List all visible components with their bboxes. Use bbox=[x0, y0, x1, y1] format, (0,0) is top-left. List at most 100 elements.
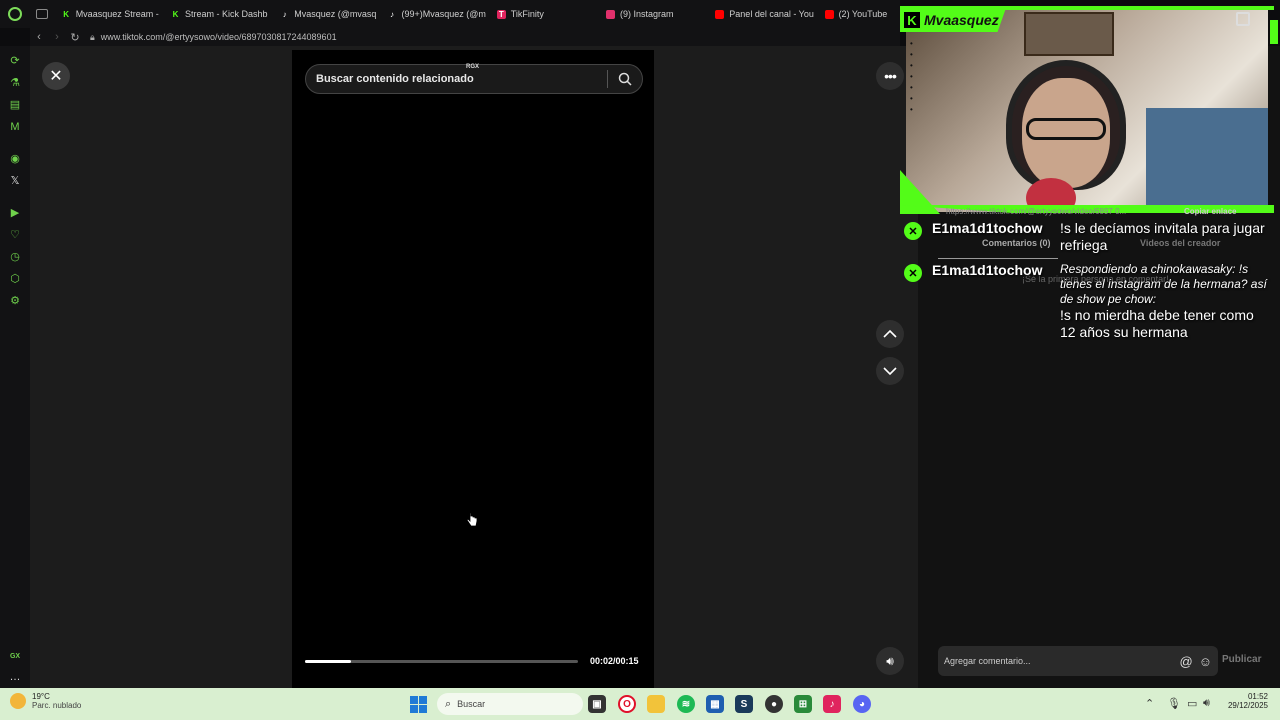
webcam-feed: • • • • • • • bbox=[906, 8, 1268, 212]
player-icon[interactable]: ▶ bbox=[8, 206, 22, 220]
mention-icon[interactable]: @ bbox=[1180, 654, 1193, 669]
chat-username: E1ma1d1tochow bbox=[932, 262, 1043, 278]
speaker-icon[interactable]: 🔊︎ bbox=[1203, 697, 1210, 710]
chat-username: E1ma1d1tochow bbox=[932, 220, 1043, 236]
taskbar-search[interactable]: ⌕ Buscar bbox=[437, 693, 583, 715]
tiktok-viewer: Buscar contenido relacionado RGX ✕ ••• 🔊… bbox=[30, 46, 918, 688]
weather-condition: Parc. nublado bbox=[32, 701, 82, 710]
store-icon[interactable]: ▦ bbox=[706, 695, 724, 713]
gx-corner-icon[interactable]: ▤ bbox=[8, 98, 22, 112]
chat-text: !s le decíamos invitala para jugar refri… bbox=[1060, 220, 1265, 253]
reload-icon[interactable]: ↻ bbox=[66, 31, 84, 44]
xbox-icon[interactable]: ⊞ bbox=[794, 695, 812, 713]
gx-bottom-icon[interactable]: GX bbox=[8, 650, 22, 664]
tab-youtube-panel[interactable]: Panel del canal - You bbox=[709, 0, 818, 28]
search-icon: ⌕ bbox=[445, 697, 452, 710]
tikfinity-icon: T bbox=[496, 9, 506, 19]
channel-brand: K Mvaasquez bbox=[900, 8, 999, 32]
kick-badge-icon: ✕ bbox=[904, 222, 922, 240]
progress-fill bbox=[305, 660, 352, 663]
share-url-text: https://www.tiktok.com/@ertyysowo/video/… bbox=[946, 207, 1127, 216]
previous-video-icon[interactable] bbox=[876, 320, 904, 348]
wall-painting bbox=[1024, 12, 1114, 56]
chat-message: ✕ E1ma1d1tochow Respondiendo a chinokawa… bbox=[904, 262, 1272, 341]
clock-time: 01:52 bbox=[1247, 692, 1268, 701]
temperature: 19°C bbox=[32, 692, 50, 701]
url-field[interactable]: www.tiktok.com/@ertyysowo/video/68970308… bbox=[101, 32, 337, 42]
kick-logo-icon: K bbox=[904, 12, 920, 28]
channel-name: Mvaasquez bbox=[924, 12, 999, 28]
comment-input[interactable]: Agregar comentario... @ ☺ bbox=[938, 646, 1218, 676]
kick-badge-icon: ✕ bbox=[904, 264, 922, 282]
more-icon[interactable]: … bbox=[8, 670, 22, 684]
browser-tab-bar: K Mvaasquez Stream - K Stream - Kick Dashb… bbox=[0, 0, 900, 28]
bed-with-plushies bbox=[1146, 108, 1268, 212]
gx-cleaner-icon[interactable]: ⚗ bbox=[8, 76, 22, 90]
lock-icon: 🔒︎ bbox=[90, 31, 95, 42]
system-clock[interactable]: 01:52 29/12/2025 bbox=[1222, 692, 1268, 710]
chat-text: !s no mierdha debe tener como 12 años su… bbox=[1060, 307, 1254, 340]
history-icon[interactable]: ◷ bbox=[8, 250, 22, 264]
tray-chevron-icon[interactable]: ⌃ bbox=[1145, 697, 1154, 710]
back-icon[interactable]: ‹ bbox=[30, 31, 48, 43]
publish-button[interactable]: Publicar bbox=[1222, 654, 1261, 665]
windows-taskbar: 19°C Parc. nublado ⌕ Buscar ▣ O ≋ ▦ S ● … bbox=[0, 688, 1280, 720]
video-time: 00:02/00:15 bbox=[590, 656, 639, 666]
settings-icon[interactable]: ⚙ bbox=[8, 294, 22, 308]
whatsapp-icon[interactable]: ◉ bbox=[8, 152, 22, 166]
task-view-icon[interactable]: ▣ bbox=[588, 695, 606, 713]
video-player[interactable] bbox=[292, 50, 654, 688]
comment-placeholder[interactable]: Agregar comentario... bbox=[944, 656, 1174, 666]
tiktok-taskbar-icon[interactable]: ♪ bbox=[823, 695, 841, 713]
x-twitter-icon[interactable]: 𝕏 bbox=[8, 174, 22, 188]
tab-kick-dashboard[interactable]: K Stream - Kick Dashb bbox=[165, 0, 274, 28]
tiktok-icon: ♪ bbox=[390, 9, 394, 19]
more-options-icon[interactable]: ••• bbox=[876, 62, 904, 90]
discord-icon[interactable]: ◕ bbox=[853, 695, 871, 713]
tiktok-icon: ♪ bbox=[282, 9, 287, 19]
next-video-icon[interactable] bbox=[876, 357, 904, 385]
spotify-icon[interactable]: ≋ bbox=[677, 695, 695, 713]
tab-overview-icon[interactable] bbox=[35, 9, 48, 19]
close-icon[interactable]: ✕ bbox=[42, 62, 70, 90]
tab-tiktok-mvasquez[interactable]: ♪ Mvasquez (@mvasq bbox=[274, 0, 381, 28]
volume-icon[interactable]: 🔊︎ bbox=[876, 647, 904, 675]
hand-cursor-icon bbox=[466, 512, 478, 527]
overlay-dots: • • • • • • • bbox=[910, 39, 913, 114]
taskbar-search-label[interactable]: Buscar bbox=[457, 699, 485, 709]
opera-gx-taskbar-icon[interactable]: O bbox=[618, 695, 636, 713]
favorites-icon[interactable]: ♡ bbox=[8, 228, 22, 242]
network-icon[interactable]: ▭ bbox=[1187, 697, 1197, 710]
camera-icon bbox=[1236, 12, 1250, 26]
extensions-icon[interactable]: ⬡ bbox=[8, 272, 22, 286]
tab-mvaasquez-stream[interactable]: K Mvaasquez Stream - bbox=[56, 0, 165, 28]
file-explorer-icon[interactable] bbox=[647, 695, 665, 713]
tab-underline bbox=[938, 258, 1058, 259]
clock-date: 29/12/2025 bbox=[1227, 701, 1268, 710]
gx-control-icon[interactable]: ⟳ bbox=[8, 54, 22, 68]
video-progress-bar[interactable] bbox=[305, 660, 578, 663]
chat-message: ✕ E1ma1d1tochow !s le decíamos invitala … bbox=[904, 220, 1272, 254]
opera-gx-logo[interactable] bbox=[0, 0, 30, 28]
gx-edge-accent bbox=[1270, 20, 1278, 44]
tab-youtube[interactable]: (2) YouTube bbox=[819, 0, 900, 28]
tab-instagram[interactable]: (9) Instagram bbox=[600, 0, 709, 28]
copy-link-button[interactable]: Copiar enlace bbox=[1184, 207, 1236, 216]
weather-widget[interactable]: 19°C Parc. nublado bbox=[10, 692, 81, 710]
forward-icon[interactable]: › bbox=[48, 31, 66, 43]
windows-start-icon[interactable] bbox=[410, 696, 427, 713]
youtube-icon bbox=[824, 9, 834, 19]
glasses bbox=[1026, 118, 1106, 140]
microphone-icon[interactable]: 🎙︎ bbox=[1167, 697, 1181, 710]
app-recording-icon[interactable]: ● bbox=[765, 695, 783, 713]
emoji-icon[interactable]: ☺ bbox=[1199, 654, 1212, 669]
gx-mods-icon[interactable]: M bbox=[8, 120, 22, 134]
app-icon[interactable]: S bbox=[735, 695, 753, 713]
search-icon[interactable] bbox=[608, 72, 642, 86]
tab-tiktok-mvasquez-99[interactable]: ♪ (99+)Mvasquez (@m bbox=[382, 0, 491, 28]
chat-body: Respondiendo a chinokawasaky: !s tienes … bbox=[1060, 262, 1272, 341]
tab-tikfinity[interactable]: T TikFinity bbox=[491, 0, 600, 28]
weather-icon bbox=[10, 693, 26, 709]
youtube-icon bbox=[715, 9, 725, 19]
search-input[interactable]: Buscar contenido relacionado bbox=[306, 73, 607, 85]
